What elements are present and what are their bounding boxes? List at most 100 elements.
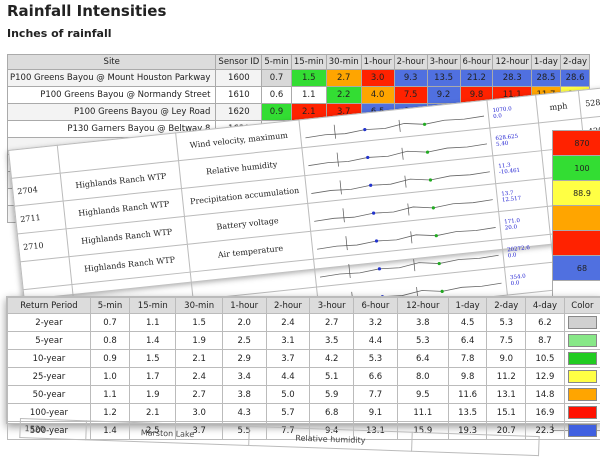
rain-value-cell: 4.0 (361, 87, 394, 104)
rp-value-cell: 5.3 (397, 332, 448, 350)
color-swatch (568, 370, 597, 383)
rain-value-cell: 0.7 (262, 70, 292, 87)
rp-value-cell: 0.8 (90, 332, 129, 350)
rp-value-cell: 2.7 (310, 314, 354, 332)
rp-col-header: 4-day (526, 298, 565, 314)
rp-value-cell: 1.9 (176, 332, 222, 350)
rp-value-cell: 4.2 (310, 350, 354, 368)
table-row: 68 (553, 256, 600, 281)
rain-value-cell: 0.9 (262, 104, 292, 121)
rp-col-header: 3-hour (310, 298, 354, 314)
rp-value-cell: 3.1 (266, 332, 310, 350)
table-row: 50-year1.11.92.73.85.05.97.79.511.613.11… (8, 386, 600, 404)
return-period: 50-year (8, 386, 91, 404)
color-swatch (568, 388, 597, 401)
rp-value-cell: 3.2 (354, 314, 398, 332)
rp-value-cell: 16.9 (526, 404, 565, 422)
rp-value-cell: 14.8 (526, 386, 565, 404)
rp-value-cell: 1.4 (130, 332, 176, 350)
return-period-card: Return Period5-min15-min30-min1-hour2-ho… (6, 296, 600, 424)
color-swatch-cell (564, 350, 600, 368)
bottom-site: Marston Lake (86, 421, 250, 446)
color-swatch (568, 352, 597, 365)
rp-value-cell: 5.3 (354, 350, 398, 368)
rp-value-cell: 6.4 (397, 350, 448, 368)
rp-col-header: 15-min (130, 298, 176, 314)
rp-value-cell: 3.4 (222, 368, 266, 386)
color-swatch (568, 406, 597, 419)
site-name: P100 Greens Bayou @ Ley Road (8, 104, 216, 121)
rp-value-cell: 6.6 (354, 368, 398, 386)
rp-value-cell: 4.5 (448, 314, 487, 332)
rp-value-cell: 8.7 (526, 332, 565, 350)
rain-col-header: Site (8, 55, 216, 70)
return-period: 10-year (8, 350, 91, 368)
rp-value-cell: 1.7 (130, 368, 176, 386)
rp-value-cell: 9.5 (397, 386, 448, 404)
sensor-id: 1620 (216, 104, 262, 121)
table-row: P100 Greens Bayou @ Mount Houston Parkwa… (8, 70, 590, 87)
rain-col-header: 2-hour (394, 55, 427, 70)
reading-cell: 354.00.0 (504, 262, 556, 295)
rain-col-header: Sensor ID (216, 55, 262, 70)
color-swatch (568, 424, 597, 437)
rain-value-cell: 9.3 (394, 70, 427, 87)
rp-value-cell: 1.2 (90, 404, 129, 422)
rp-value-cell: 1.5 (130, 350, 176, 368)
bottom-id: 1520 (20, 419, 87, 440)
rp-col-header: 1-hour (222, 298, 266, 314)
rp-value-cell: 4.4 (354, 332, 398, 350)
rp-col-header: 6-hour (354, 298, 398, 314)
rp-value-cell: 2.4 (266, 314, 310, 332)
rp-value-cell: 5.3 (487, 314, 526, 332)
fragment-value: 870 (553, 131, 600, 156)
table-row: 5-year0.81.41.92.53.13.54.45.36.47.58.7 (8, 332, 600, 350)
color-swatch-cell (564, 404, 600, 422)
rain-value-cell: 13.5 (427, 70, 460, 87)
rp-value-cell: 10.5 (526, 350, 565, 368)
return-period-table: Return Period5-min15-min30-min1-hour2-ho… (7, 297, 600, 440)
rain-value-cell: 2.2 (326, 87, 361, 104)
table-row: 870 (553, 131, 600, 156)
rp-value-cell: 7.7 (354, 386, 398, 404)
return-period: 25-year (8, 368, 91, 386)
bottom-sensor: Relative humidity (249, 427, 413, 452)
rain-col-header: 6-hour (460, 55, 493, 70)
rp-value-cell: 8.0 (397, 368, 448, 386)
rain-value-cell: 3.0 (361, 70, 394, 87)
rp-value-cell: 2.1 (130, 404, 176, 422)
rp-value-cell: 6.2 (526, 314, 565, 332)
site-name: P100 Greens Bayou @ Normandy Street (8, 87, 216, 104)
rain-value-cell: 28.5 (531, 70, 560, 87)
rp-value-cell: 9.8 (448, 368, 487, 386)
rp-value-cell: 7.8 (448, 350, 487, 368)
table-row: 10-year0.91.52.12.93.74.25.36.47.89.010.… (8, 350, 600, 368)
rain-col-header: 3-hour (427, 55, 460, 70)
rp-value-cell: 1.1 (90, 386, 129, 404)
rain-col-header: 12-hour (493, 55, 531, 70)
rain-col-header: 1-hour (361, 55, 394, 70)
fragment-value: 88.9 (553, 181, 600, 206)
table-row: 88.9 (553, 181, 600, 206)
rp-value-cell: 2.9 (222, 350, 266, 368)
return-period: 2-year (8, 314, 91, 332)
rain-value-cell: 28.3 (493, 70, 531, 87)
rp-value-cell: 13.5 (448, 404, 487, 422)
sensor-id: 1610 (216, 87, 262, 104)
fragment-value: 100 (553, 156, 600, 181)
rain-value-cell: 2.7 (326, 70, 361, 87)
rp-value-cell: 2.0 (222, 314, 266, 332)
table-row: 100 (553, 156, 600, 181)
rain-col-header: 15-min (291, 55, 326, 70)
rp-col-header: 2-day (487, 298, 526, 314)
rp-value-cell: 11.1 (397, 404, 448, 422)
rain-value-cell: 1.5 (291, 70, 326, 87)
rain-value-cell: 0.6 (262, 87, 292, 104)
rain-value-cell: 28.6 (560, 70, 589, 87)
rp-value-cell: 2.5 (222, 332, 266, 350)
rp-value-cell: 3.8 (397, 314, 448, 332)
rp-value-cell: 12.9 (526, 368, 565, 386)
rp-value-cell: 3.5 (310, 332, 354, 350)
rp-value-cell: 4.4 (266, 368, 310, 386)
rp-value-cell: 5.9 (310, 386, 354, 404)
